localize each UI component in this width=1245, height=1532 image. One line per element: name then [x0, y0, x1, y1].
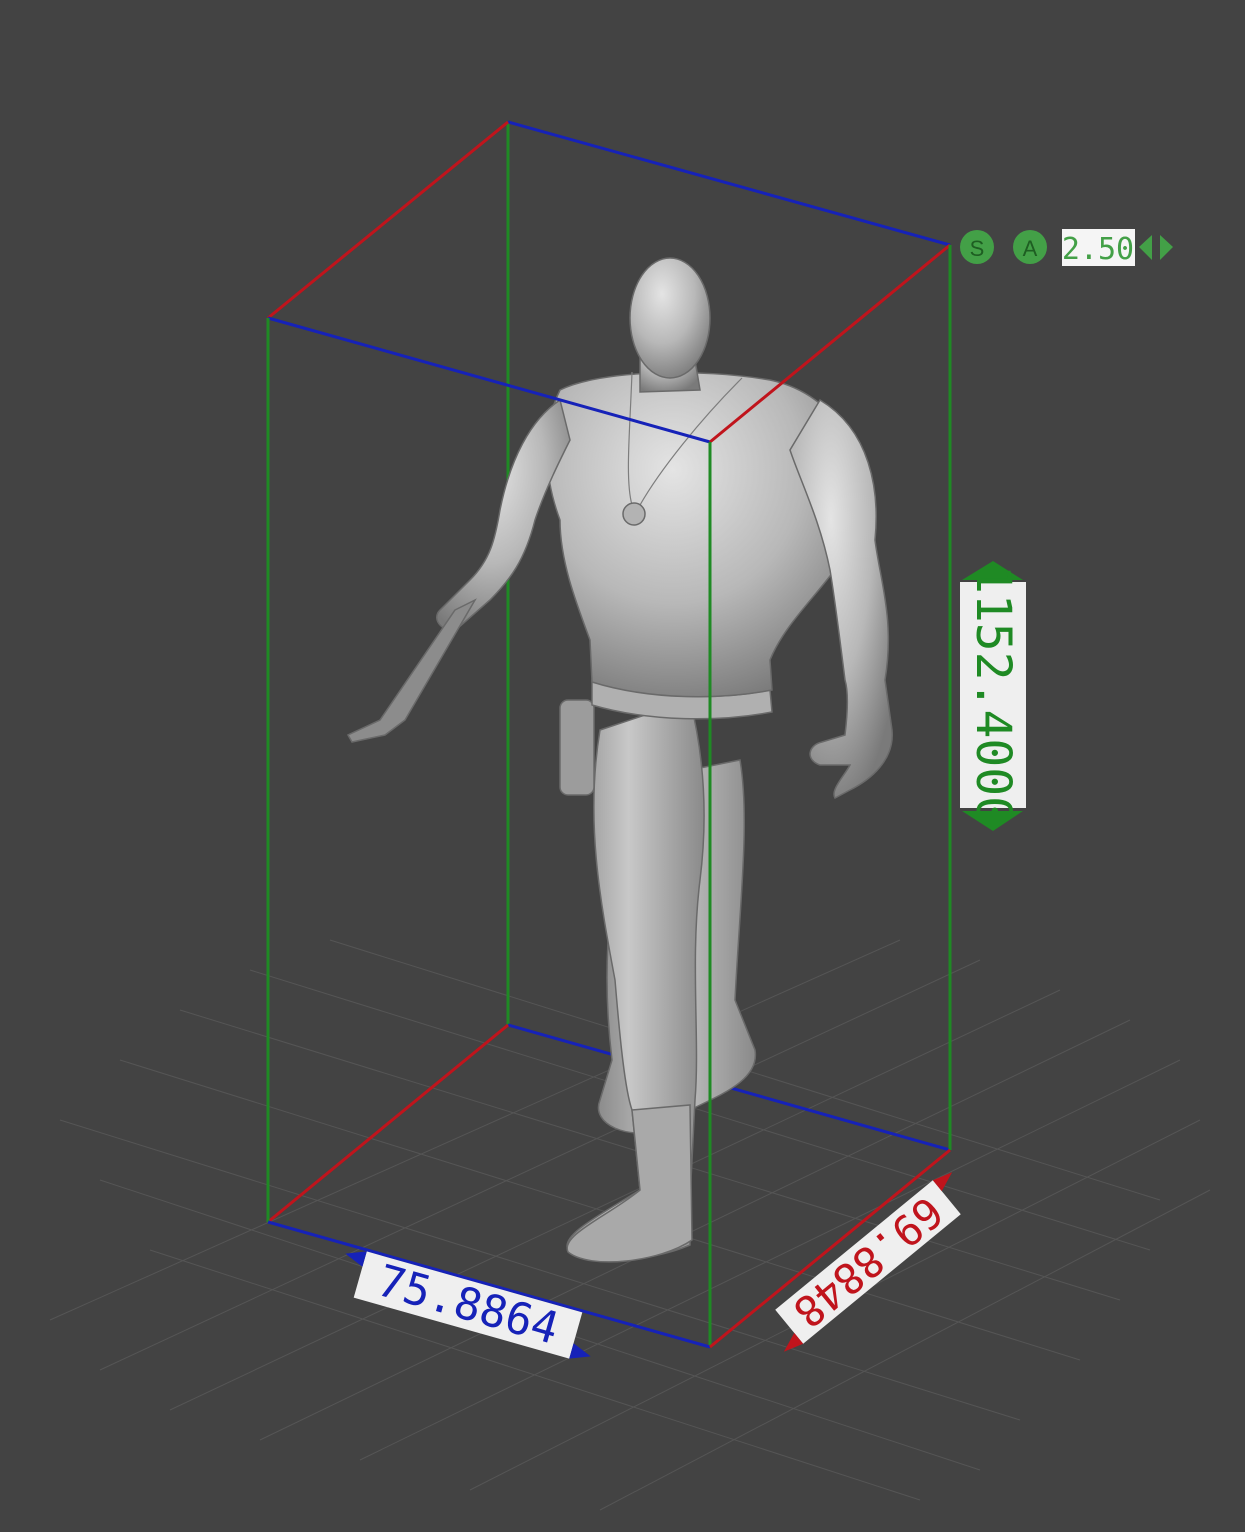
depth-dimension-text: 69.8848: [784, 1187, 952, 1337]
axis-toggle-button[interactable]: A: [1013, 230, 1047, 264]
width-right-arrow-icon[interactable]: [569, 1343, 593, 1364]
scale-value-field[interactable]: 2.50: [1062, 229, 1135, 267]
scale-toggle-label: S: [970, 236, 985, 261]
box-edge-top-back-blue: [507, 120, 951, 247]
box-edge-back-bottom-red: [267, 1023, 509, 1224]
scale-value-text: 2.50: [1062, 232, 1134, 267]
box-edge-top-left-red: [267, 120, 509, 320]
3d-viewport[interactable]: S A 2.50 1152.4000 75.8864 69.8848: [0, 0, 1245, 1532]
width-dimension[interactable]: 75.8864: [334, 1245, 602, 1366]
axis-toggle-label: A: [1023, 236, 1038, 261]
scale-toggle-button[interactable]: S: [960, 230, 994, 264]
increase-arrow-icon[interactable]: [1160, 235, 1173, 260]
decrease-arrow-icon[interactable]: [1139, 235, 1152, 260]
height-dimension-text: 1152.4000: [965, 565, 1021, 825]
height-dimension[interactable]: 1152.4000: [960, 561, 1026, 831]
